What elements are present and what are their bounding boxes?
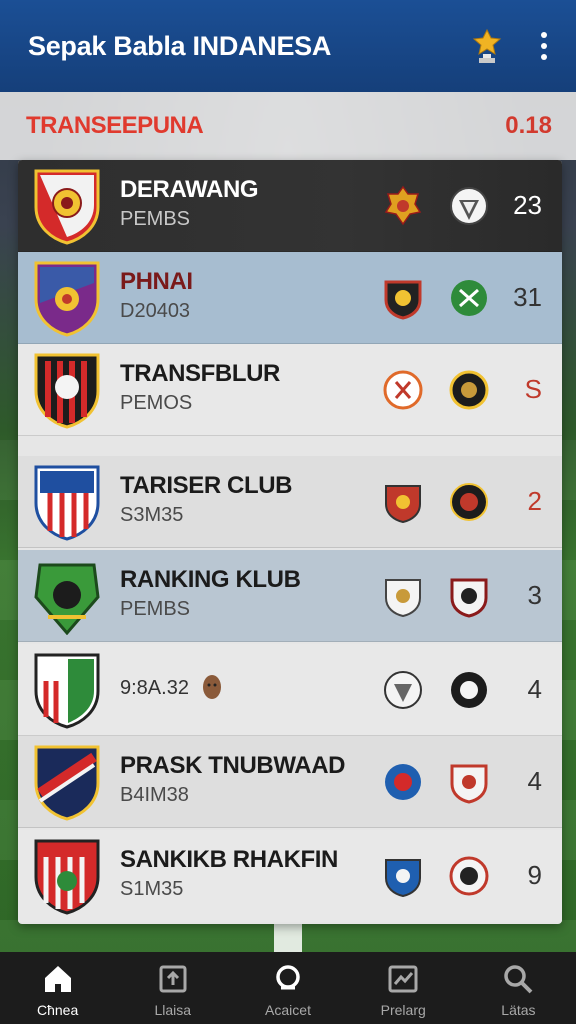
club-subtitle: 9:8A.32: [120, 677, 189, 699]
home-icon: [44, 966, 71, 992]
club-badge-icon: [384, 185, 422, 226]
nav-item-account[interactable]: Acaicet: [230, 952, 345, 1024]
upload-icon: [159, 965, 187, 993]
club-badge-icon: [449, 856, 489, 896]
club-name: SANKIKB RHAKFIN: [120, 846, 338, 873]
app-title: Sepak Babla INDANESA: [28, 30, 332, 61]
club-badge-icon: [385, 579, 421, 618]
club-subtitle: S3M35: [120, 504, 184, 526]
club-list: DERAWANG PEMBS 23 PHNAI D20403 31 TRANSF…: [18, 160, 562, 924]
list-item[interactable]: TARISER CLUB S3M35 2: [18, 456, 562, 548]
list-item[interactable]: TRANSFBLUR PEMOS S: [18, 344, 562, 436]
nav-label: Llaisa: [154, 1002, 192, 1018]
list-item[interactable]: PRASK TNUBWAAD B4IM38 4: [18, 736, 562, 828]
club-subtitle: PEMBS: [120, 208, 191, 230]
app-header: Sepak Babla INDANESA: [0, 0, 576, 92]
club-score: 4: [527, 674, 542, 704]
list-item[interactable]: DERAWANG PEMBS 23: [18, 160, 562, 252]
pitch-line: [274, 920, 302, 954]
club-score: S: [524, 374, 542, 404]
section-value: 0.18: [505, 112, 552, 139]
bottom-nav: Cħnea Llaisa Acaicet Prelarg Lätas: [0, 952, 576, 1024]
club-badge-icon: [450, 187, 488, 225]
club-badge-icon: [384, 671, 422, 709]
nav-label: Cħnea: [36, 1002, 79, 1018]
club-crest-icon: [34, 261, 100, 337]
club-subtitle: B4IM38: [120, 784, 189, 806]
club-name: TRANSFBLUR: [120, 360, 280, 387]
club-name: PRASK TNUBWAAD: [120, 752, 346, 779]
nav-label: Prelarg: [380, 1002, 426, 1018]
nav-label: Acaicet: [265, 1002, 311, 1018]
nav-item-home[interactable]: Cħnea: [0, 952, 115, 1024]
club-badge-icon: [385, 764, 421, 800]
list-item[interactable]: 9:8A.32 4: [18, 644, 562, 736]
club-name: PHNAI: [120, 268, 193, 295]
club-badge-icon: [450, 578, 488, 618]
club-crest-icon: [34, 653, 100, 729]
club-crest-icon: [34, 839, 100, 915]
row-divider: [18, 827, 562, 828]
nav-item-stats[interactable]: Prelarg: [346, 952, 461, 1024]
list-item[interactable]: SANKIKB RHAKFIN S1M35 9: [18, 830, 562, 922]
club-score: 23: [513, 190, 542, 220]
club-subtitle: PEMBS: [120, 598, 191, 620]
nav-item-upload[interactable]: Llaisa: [115, 952, 230, 1024]
club-badge-icon: [384, 280, 422, 320]
club-badge-icon: [450, 764, 488, 804]
chart-icon: [388, 965, 418, 993]
list-item[interactable]: RANKING KLUB PEMBS 3: [18, 550, 562, 642]
club-subtitle: PEMOS: [120, 392, 193, 414]
section-bar: TRANSEEPUNA 0.18: [0, 92, 576, 160]
section-title: TRANSEEPUNA: [26, 112, 204, 139]
club-badge-icon: [450, 483, 488, 521]
club-crest-icon: [34, 745, 100, 821]
player-avatar-icon: [203, 675, 221, 699]
club-subtitle: D20403: [120, 300, 191, 322]
search-icon: [504, 965, 533, 994]
club-score: 9: [527, 860, 542, 890]
row-divider: [18, 641, 562, 642]
row-divider: [18, 547, 562, 548]
club-badge-icon: [383, 370, 423, 410]
club-score: 4: [527, 766, 542, 796]
nav-item-search[interactable]: Lätas: [461, 952, 576, 1024]
club-crest-icon: [34, 465, 100, 541]
club-crest-icon: [34, 169, 100, 245]
club-score: 31: [513, 282, 542, 312]
club-score: 3: [527, 580, 542, 610]
club-badge-icon: [451, 672, 487, 708]
trophy-icon[interactable]: [472, 28, 502, 64]
club-crest-icon: [34, 563, 100, 635]
club-score: 2: [527, 486, 542, 516]
more-vertical-icon[interactable]: [540, 32, 548, 60]
club-crest-icon: [34, 353, 100, 429]
nav-label: Lätas: [501, 1002, 536, 1018]
club-badge-icon: [385, 859, 421, 898]
club-subtitle: S1M35: [120, 878, 184, 900]
search-bubble-icon: [276, 965, 300, 990]
club-name: RANKING KLUB: [120, 566, 301, 593]
club-badge-icon: [385, 485, 421, 524]
club-badge-icon: [449, 370, 489, 410]
club-name: TARISER CLUB: [120, 472, 293, 499]
club-name: DERAWANG: [120, 176, 259, 203]
list-item[interactable]: PHNAI D20403 31: [18, 252, 562, 344]
club-badge-icon: [451, 280, 487, 316]
row-divider: [18, 435, 562, 436]
